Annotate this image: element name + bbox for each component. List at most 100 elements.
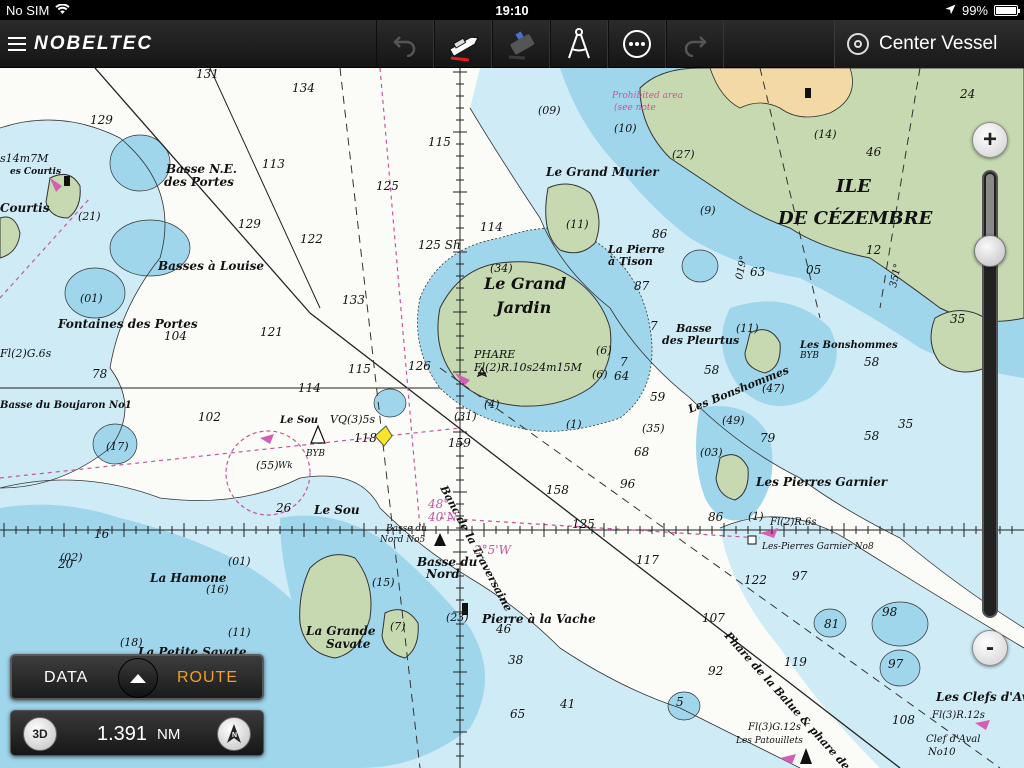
variation-2-5w-label: 2°5'W — [473, 543, 513, 557]
measure-button[interactable] — [550, 20, 608, 68]
sounding: 114 — [480, 220, 503, 234]
light-flare — [260, 434, 274, 444]
les-pierres-garnier-label: Les Pierres Garnier — [755, 475, 889, 489]
redo-button[interactable] — [666, 20, 724, 68]
sounding: 46 — [865, 145, 882, 159]
target-icon — [847, 33, 869, 55]
rock: (49) — [722, 414, 745, 427]
gps-device-icon — [508, 31, 535, 60]
center-vessel-button[interactable]: Center Vessel — [834, 20, 1024, 68]
rock: (55) — [256, 459, 279, 472]
undo-icon — [393, 36, 416, 57]
redo-icon — [684, 36, 707, 57]
info-bar: 3D 1.391 NM N — [10, 710, 264, 756]
sounding: 129 — [238, 217, 261, 231]
sounding: 97 — [792, 569, 808, 583]
sounding: 7 — [620, 355, 628, 369]
sounding: 5 — [676, 695, 684, 709]
ile-label: ILE — [835, 176, 871, 197]
battery-percent: 99% — [961, 3, 988, 18]
sounding: 108 — [892, 713, 915, 727]
le-sou-label: Le Sou — [313, 503, 360, 517]
vessel-button[interactable] — [434, 20, 492, 68]
sounding: 121 — [260, 325, 283, 339]
route-tab[interactable]: ROUTE — [177, 669, 238, 687]
sounding: 7 — [650, 319, 658, 333]
tower-symbol — [805, 88, 811, 98]
sounding: 86 — [708, 510, 724, 524]
sounding: 35 — [898, 417, 913, 431]
expand-panel-button[interactable] — [118, 658, 158, 698]
sounding: 118 — [354, 431, 377, 445]
zoom-slider-thumb[interactable] — [974, 234, 1006, 267]
land-courtis — [45, 173, 81, 219]
rock: (15) — [372, 576, 395, 589]
sounding: 58 — [864, 429, 880, 443]
zoom-in-button[interactable]: + — [972, 122, 1008, 158]
phare-light-label: Fl(2)R.10s24m15M — [473, 361, 583, 374]
sounding: 78 — [92, 367, 108, 381]
brand-logo: NOBELTEC — [34, 33, 154, 54]
rock: (23) — [446, 611, 469, 624]
basse-des-pleurtus-2-label: des Pleurtus — [662, 334, 739, 347]
sounding: 46 — [495, 622, 512, 636]
de-cezembre-label: DE CÉZEMBRE — [777, 206, 933, 229]
sounding: 79 — [760, 431, 776, 445]
sounding: 115 — [428, 135, 451, 149]
basse-du-nord-no5-2-label: Nord No5 — [379, 535, 426, 545]
sounding: 65 — [510, 707, 525, 721]
prohibited-label: Prohibited area — [611, 91, 683, 101]
garnier-no8-label: Les-Pierres Garnier No8 — [761, 542, 874, 552]
gps-button[interactable] — [492, 20, 550, 68]
rock: (9) — [700, 204, 716, 217]
north-up-button[interactable]: N — [217, 717, 251, 751]
zoom-control: + - — [970, 122, 1010, 682]
sounding: 113 — [262, 157, 285, 171]
s14m7m-label: s14m7M — [0, 152, 49, 165]
sounding: 86 — [652, 227, 668, 241]
byb-label-label: BYB — [305, 449, 325, 459]
vq-light-label: VQ(3)5s — [330, 413, 376, 426]
rock: (27) — [672, 148, 695, 161]
data-tab[interactable]: DATA — [44, 669, 88, 687]
shallow-ellipse-5 — [373, 388, 407, 418]
basses-a-louise-label: Basses à Louise — [157, 259, 264, 273]
basse-ne-des-portes-2-label: des Portes — [164, 175, 234, 189]
chevron-up-icon — [130, 673, 146, 683]
basse-ne-des-portes-label: Basse N.E. — [165, 162, 237, 176]
shallow-ellipse-9 — [681, 249, 719, 283]
3d-view-button[interactable]: 3D — [23, 717, 57, 751]
distance-unit: NM — [157, 726, 181, 743]
les-clefs-d-aval-label: Les Clefs d'Av — [935, 690, 1024, 704]
sounding: 16 — [94, 527, 110, 541]
compass-divider-icon — [568, 28, 590, 59]
beacon-symbol — [747, 535, 757, 545]
fl2r6s-light-label: Fl(2)R.6s — [769, 517, 817, 528]
la-grande-savate-2-label: Savate — [326, 637, 371, 651]
rock: (1) — [748, 510, 764, 523]
tower-symbol-2 — [64, 176, 70, 186]
rock: (18) — [120, 636, 143, 649]
sounding: 107 — [702, 611, 725, 625]
more-button[interactable] — [608, 20, 666, 68]
sounding: 119 — [784, 655, 807, 669]
vessel-marker[interactable] — [374, 425, 393, 447]
sounding: 26 — [275, 501, 292, 515]
fl3g12s-label: Fl(3)G.12s — [747, 722, 801, 733]
sounding: 129 — [90, 113, 113, 127]
sounding: 122 — [300, 232, 323, 246]
zoom-out-button[interactable]: - — [972, 630, 1008, 666]
distance-value: 1.391 — [97, 723, 148, 745]
le-sou-buoy-label: Le Sou — [279, 415, 318, 426]
undo-button[interactable] — [376, 20, 434, 68]
rock: (11) — [566, 218, 589, 231]
sounding: 114 — [298, 381, 321, 395]
rock: (01) — [228, 555, 251, 568]
toolbar: NOBELTEC Center Vessel — [0, 20, 1024, 68]
main-menu-button[interactable]: NOBELTEC — [8, 28, 153, 60]
sounding: 125 — [572, 517, 595, 531]
rock: (11) — [228, 626, 251, 639]
battery-icon — [994, 5, 1020, 16]
rock: (17) — [106, 440, 129, 453]
sounding: 59 — [650, 390, 666, 404]
